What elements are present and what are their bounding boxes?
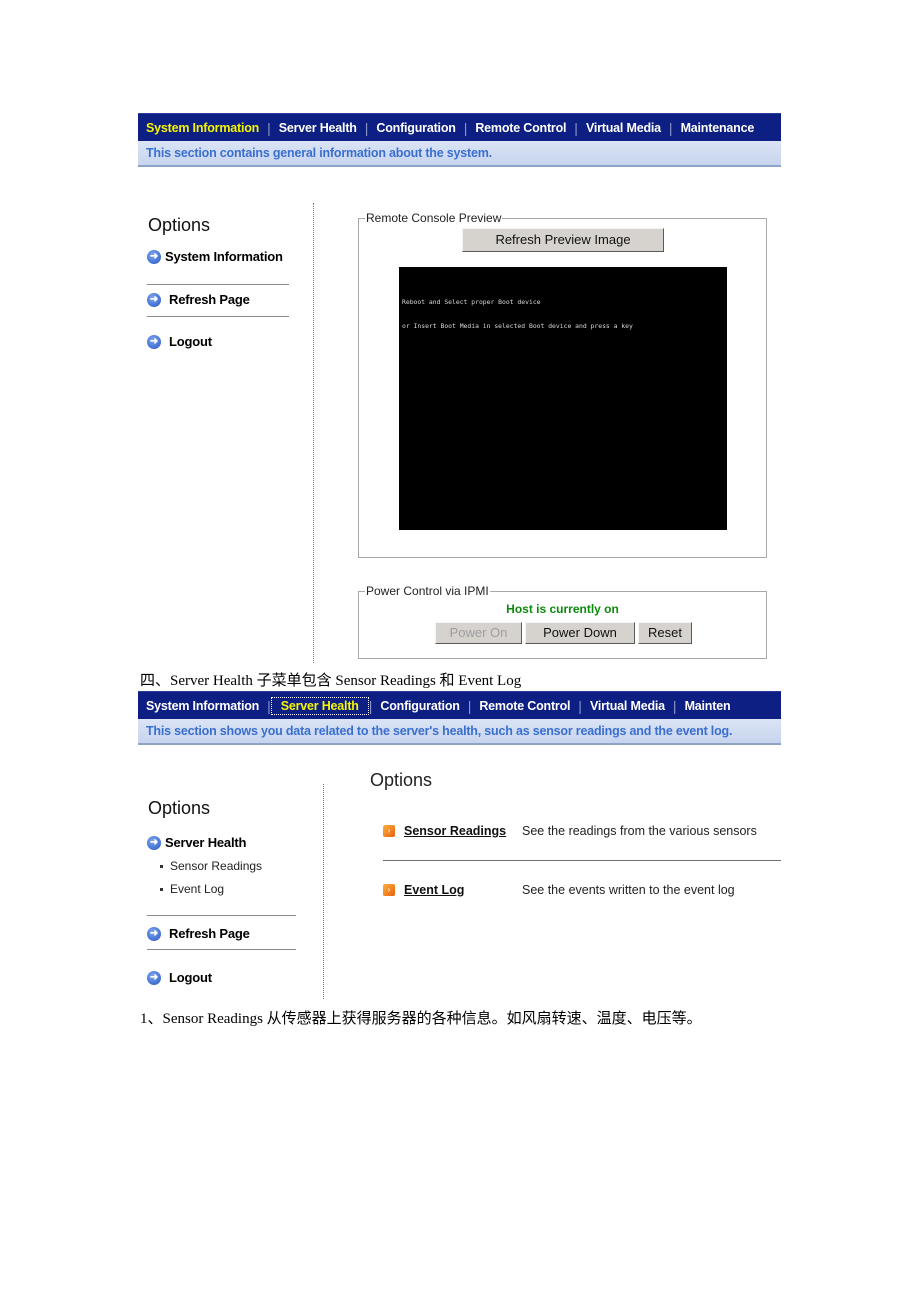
console-preview-screen[interactable]: Reboot and Select proper Boot device or …	[399, 267, 727, 530]
screenshot-system-information: System Information | Server Health | Con…	[138, 113, 781, 665]
divider	[147, 949, 296, 950]
nav-configuration[interactable]: Configuration	[372, 699, 467, 713]
divider	[147, 284, 289, 285]
host-status-text: Host is currently on	[506, 602, 619, 616]
divider	[147, 316, 289, 317]
sidebar-item-label: Server Health	[165, 835, 247, 850]
option-row-sensor-readings: › Sensor Readings See the readings from …	[383, 824, 757, 838]
arrow-circle-icon: ➜	[147, 292, 161, 307]
nav-system-information[interactable]: System Information	[138, 699, 267, 713]
arrow-circle-icon: ➜	[147, 926, 161, 941]
arrow-circle-icon: ➜	[147, 835, 161, 850]
option-description: See the readings from the various sensor…	[522, 824, 757, 838]
sidebar-item-label: Refresh Page	[169, 292, 250, 307]
remote-console-preview-group: Remote Console Preview Refresh Preview I…	[358, 211, 767, 558]
orange-arrow-icon: ›	[383, 884, 395, 896]
sidebar-item-label: System Information	[165, 249, 283, 264]
power-control-group: Power Control via IPMI Host is currently…	[358, 584, 767, 659]
nav-maintenance[interactable]: Maintenance	[673, 121, 763, 135]
caption-sensor-readings: 1、Sensor Readings 从传感器上获得服务器的各种信息。如风扇转速、…	[140, 1011, 702, 1027]
sidebar-title: Options	[148, 215, 211, 235]
console-line: Reboot and Select proper Boot device	[402, 298, 541, 306]
section-description: This section shows you data related to t…	[138, 719, 781, 745]
nav-remote-control[interactable]: Remote Control	[471, 699, 578, 713]
sidebar-item-label: Logout	[169, 334, 212, 349]
arrow-circle-icon: ➜	[147, 249, 161, 264]
group-legend: Remote Console Preview	[366, 211, 502, 225]
sidebar-item-logout[interactable]: ➜ Logout	[147, 334, 212, 349]
screenshot-server-health: System Information | Server Health | Con…	[138, 691, 781, 1001]
sidebar-item-system-information[interactable]: ➜ System Information	[147, 249, 283, 264]
arrow-circle-icon: ➜	[147, 334, 161, 349]
group-legend: Power Control via IPMI	[366, 584, 489, 598]
refresh-preview-image-button[interactable]: Refresh Preview Image	[462, 228, 664, 252]
nav-separator: |	[267, 697, 271, 714]
nav-server-health[interactable]: Server Health	[270, 696, 369, 715]
nav-maintenance[interactable]: Mainten	[677, 699, 739, 713]
power-on-button[interactable]: Power On	[435, 622, 522, 644]
nav-virtual-media[interactable]: Virtual Media	[578, 121, 669, 135]
arrow-circle-icon: ➜	[147, 970, 161, 985]
sidebar-title: Options	[148, 798, 211, 818]
nav-configuration[interactable]: Configuration	[368, 121, 463, 135]
sidebar-subitem-sensor-readings[interactable]: Sensor Readings	[160, 859, 262, 873]
power-down-button[interactable]: Power Down	[525, 622, 635, 644]
nav-server-health[interactable]: Server Health	[271, 121, 365, 135]
top-nav-bar: System Information | Server Health | Con…	[138, 691, 781, 719]
section-description: This section contains general informatio…	[138, 141, 781, 167]
orange-arrow-icon: ›	[383, 825, 395, 837]
options-sidebar: Options ➜ Server Health Sensor Readings …	[138, 784, 324, 999]
divider	[147, 915, 296, 916]
options-sidebar: Options ➜ System Information ➜ Refresh P…	[138, 203, 314, 663]
event-log-link[interactable]: Event Log	[404, 883, 464, 897]
nav-system-information[interactable]: System Information	[138, 121, 267, 135]
sidebar-item-label: Refresh Page	[169, 926, 250, 941]
sidebar-item-refresh-page[interactable]: ➜ Refresh Page	[147, 926, 250, 941]
sensor-readings-link[interactable]: Sensor Readings	[404, 824, 506, 838]
top-nav-bar: System Information | Server Health | Con…	[138, 113, 781, 141]
divider	[383, 860, 781, 861]
option-row-event-log: › Event Log See the events written to th…	[383, 883, 735, 897]
sidebar-item-label: Logout	[169, 970, 212, 985]
sidebar-item-server-health[interactable]: ➜ Server Health	[147, 835, 246, 850]
sidebar-item-refresh-page[interactable]: ➜ Refresh Page	[147, 292, 250, 307]
sidebar-item-logout[interactable]: ➜ Logout	[147, 970, 212, 985]
caption-server-health: 四、Server Health 子菜单包含 Sensor Readings 和 …	[140, 673, 522, 689]
reset-button[interactable]: Reset	[638, 622, 692, 644]
option-description: See the events written to the event log	[522, 883, 735, 897]
console-line: or Insert Boot Media in selected Boot de…	[402, 322, 633, 330]
main-options-title: Options	[370, 770, 433, 790]
nav-virtual-media[interactable]: Virtual Media	[582, 699, 673, 713]
nav-remote-control[interactable]: Remote Control	[467, 121, 574, 135]
sidebar-subitem-event-log[interactable]: Event Log	[160, 882, 224, 896]
